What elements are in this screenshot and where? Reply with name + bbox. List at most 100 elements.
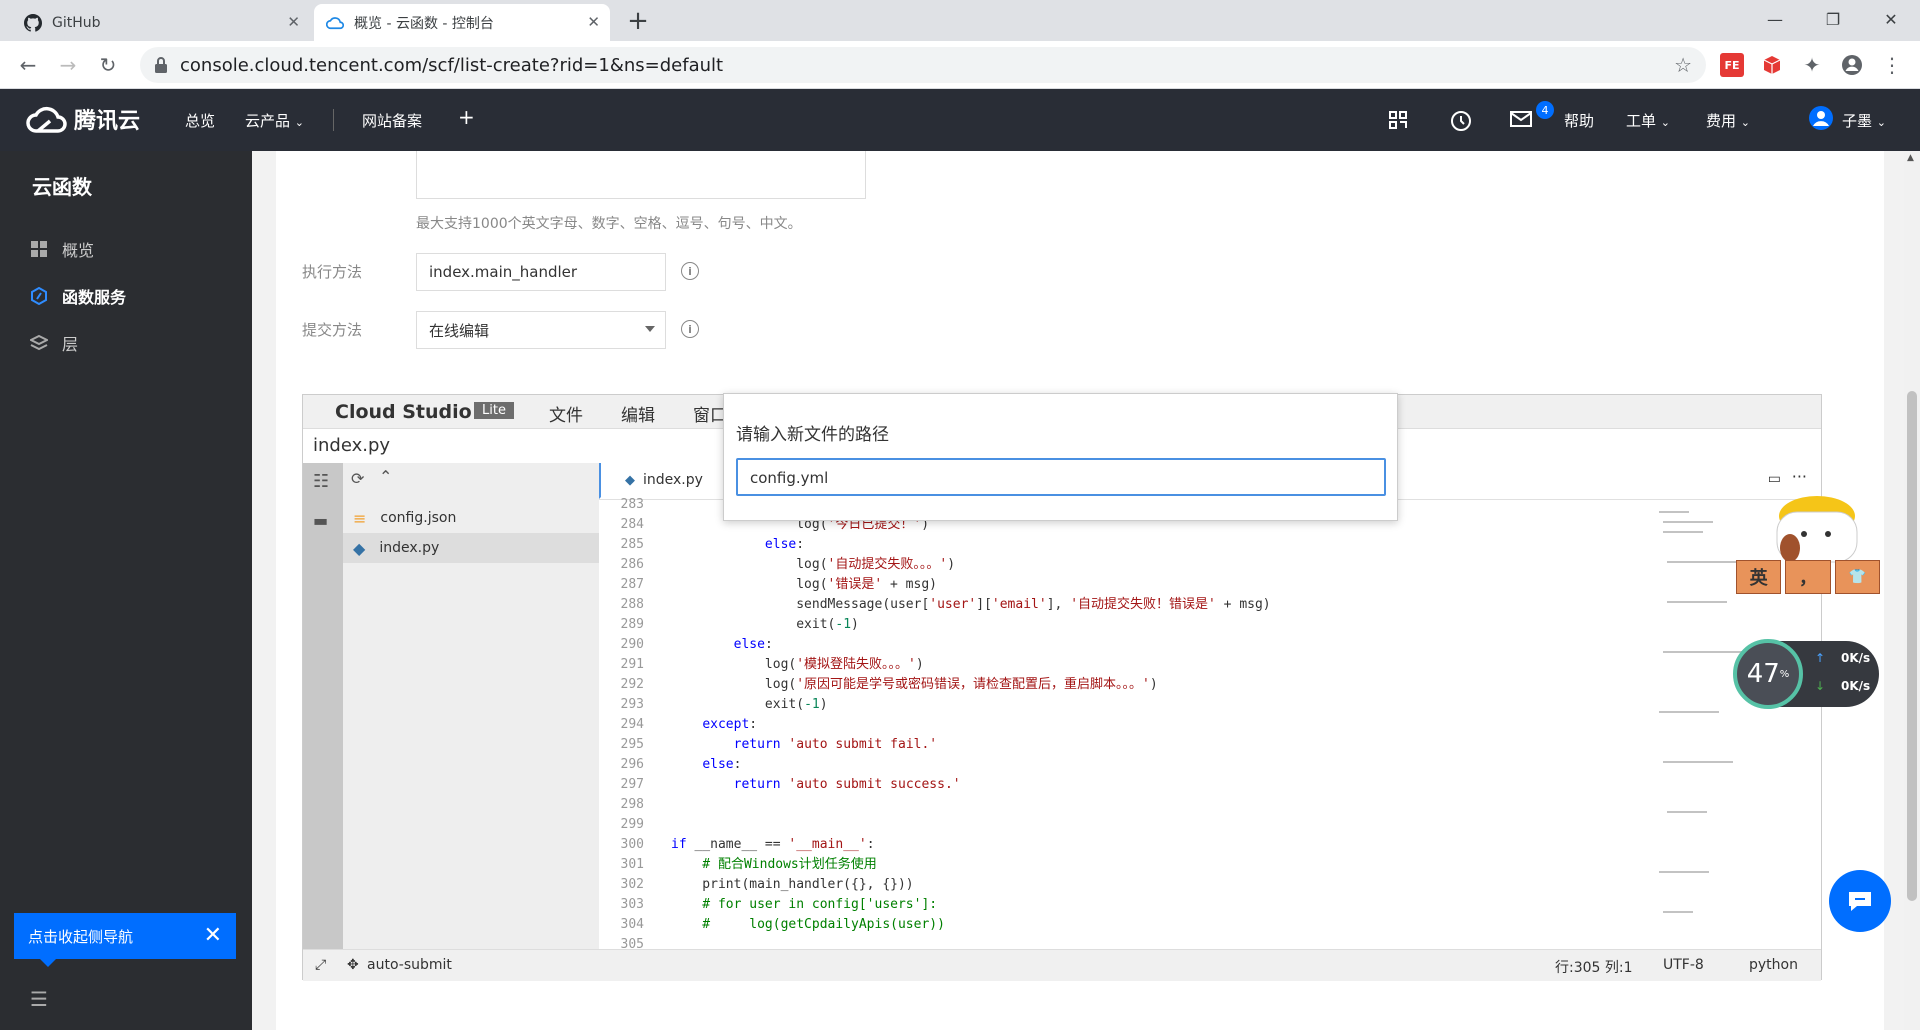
qrcode-icon[interactable] [1388, 110, 1408, 134]
url-input[interactable]: console.cloud.tencent.com/scf/list-creat… [140, 47, 1706, 83]
info-icon[interactable]: i [681, 320, 699, 338]
tree-item-index-py[interactable]: ◆ index.py [343, 533, 599, 563]
submit-method-select[interactable]: 在线编辑 [416, 311, 666, 349]
new-tab-button[interactable]: + [620, 6, 656, 36]
brand-logo[interactable]: 腾讯云 [26, 103, 140, 135]
description-hint: 最大支持1000个英文字母、数字、空格、逗号、句号、中文。 [416, 216, 802, 232]
code-editor[interactable]: ◆ index.py ▭ ··· 283 284 log('今日已提交！') 285… [599, 463, 1821, 952]
help-link[interactable]: 帮助 [1564, 110, 1594, 131]
url-text: console.cloud.tencent.com/scf/list-creat… [180, 54, 724, 76]
restore-icon[interactable]: ❐ [1804, 0, 1862, 38]
menu-file[interactable]: 文件 [549, 401, 583, 426]
scroll-thumb[interactable] [1907, 391, 1917, 901]
tree-item-config-json[interactable]: ≡ config.json [343, 503, 599, 533]
info-icon[interactable]: i [681, 262, 699, 280]
collapse-nav-tooltip[interactable]: 点击收起侧导航 ✕ [14, 913, 236, 967]
ime-punct-toggle[interactable]: ， [1785, 560, 1831, 594]
close-tab-icon[interactable]: ✕ [287, 13, 300, 31]
new-file-path-input[interactable]: config.yml [736, 458, 1386, 496]
description-textarea[interactable] [416, 151, 866, 199]
code-line: if __name__ == '__main__': [671, 837, 875, 852]
nav-products[interactable]: 云产品 ⌄ [245, 110, 304, 131]
add-shortcut-icon[interactable]: + [458, 105, 475, 129]
scroll-up-icon[interactable]: ▲ [1907, 153, 1914, 163]
chevron-down-icon: ⌄ [1740, 116, 1751, 129]
extension-cube-icon[interactable] [1760, 53, 1784, 77]
user-menu[interactable]: 子墨 ⌄ [1842, 110, 1886, 131]
ticket-menu[interactable]: 工单 ⌄ [1626, 110, 1670, 131]
profile-icon[interactable] [1840, 53, 1864, 77]
cursor-position[interactable]: 行:305 列:1 [1555, 957, 1633, 977]
page-scrollbar[interactable]: ▲ [1904, 151, 1920, 1030]
reload-icon[interactable]: ↻ [92, 49, 124, 81]
collapse-menu-icon[interactable]: ☰ [30, 987, 48, 1011]
nav-icp[interactable]: 网站备案 [362, 110, 422, 131]
line-number: 301 [620, 857, 644, 872]
line-number: 293 [620, 697, 644, 712]
chat-support-button[interactable] [1829, 870, 1891, 932]
ide-toolbar: ☷ ▬ [303, 463, 343, 981]
tab-title: 概览 - 云函数 - 控制台 [354, 15, 494, 32]
sidebar-item-functions[interactable]: 函数服务 [30, 284, 126, 308]
console-header: 腾讯云 总览 云产品 ⌄ 网站备案 + 4 帮助 工单 ⌄ 费用 ⌄ 子墨 ⌄ [0, 89, 1920, 151]
history-clock-icon[interactable] [1450, 110, 1472, 136]
extension-fe-icon[interactable]: FE [1720, 53, 1744, 77]
code-line: # for user in config['users']: [671, 897, 938, 912]
menu-edit[interactable]: 编辑 [621, 401, 655, 426]
user-avatar-icon[interactable] [1808, 105, 1834, 135]
line-number: 287 [620, 577, 644, 592]
code-line: else: [764, 537, 805, 552]
tab-github[interactable]: GitHub ✕ [12, 4, 310, 41]
extensions-puzzle-icon[interactable]: ✦ [1800, 53, 1824, 77]
sidebar-item-label: 概览 [62, 241, 95, 260]
refresh-icon[interactable]: ⟳ [351, 469, 364, 488]
cpu-unit: % [1779, 668, 1790, 680]
back-icon[interactable]: ← [12, 49, 44, 81]
ime-lang-toggle[interactable]: 英 [1736, 560, 1782, 594]
line-number: 286 [620, 557, 644, 572]
line-number: 304 [620, 917, 644, 932]
collapse-tip-text: 点击收起侧导航 [28, 927, 134, 946]
sidebar-item-overview[interactable]: 概览 [30, 237, 94, 261]
close-tab-icon[interactable]: ✕ [587, 13, 600, 31]
menu-window[interactable]: 窗口 [693, 401, 727, 426]
handler-input[interactable]: index.main_handler [416, 253, 666, 291]
project-icon: ✥ [347, 957, 359, 973]
collapse-up-icon[interactable]: ⌃ [379, 467, 392, 486]
menu-kebab-icon[interactable]: ⋮ [1880, 53, 1904, 77]
language-mode[interactable]: python [1749, 957, 1798, 973]
code-line: return 'auto submit fail.' [733, 737, 938, 752]
mail-icon[interactable] [1510, 110, 1532, 132]
minimize-icon[interactable]: — [1746, 0, 1804, 38]
code-line: log('错误是' + msg) [671, 577, 937, 592]
billing-menu[interactable]: 费用 ⌄ [1706, 110, 1750, 131]
ide-brand: Cloud Studio [335, 401, 472, 423]
code-line: log('原因可能是学号或密码错误，请检查配置后，重启脚本。。。') [671, 677, 1158, 692]
close-icon[interactable]: ✕ [204, 923, 222, 948]
code-area[interactable]: 283 284 log('今日已提交！') 285 else: 286 log('自动… [599, 497, 1649, 952]
expand-icon[interactable]: ⤢ [315, 957, 326, 973]
dropdown-arrow-icon [645, 326, 655, 332]
code-line: print(main_handler({}, {})) [671, 877, 914, 892]
folder-icon[interactable]: ▬ [313, 511, 328, 530]
sidebar-item-layers[interactable]: 层 [30, 331, 78, 355]
line-number: 292 [620, 677, 644, 692]
code-line: else: [733, 637, 773, 652]
code-line: exit(-1) [671, 697, 828, 712]
nav-overview[interactable]: 总览 [185, 110, 215, 131]
network-speed-widget[interactable]: 47% ↑ 0K/s ↓ 0K/s [1733, 639, 1879, 709]
download-speed: 0K/s [1841, 679, 1871, 693]
bookmark-star-icon[interactable]: ☆ [1674, 53, 1692, 77]
code-line: # 配合Windows计划任务使用 [671, 857, 877, 872]
code-line: else: [702, 757, 742, 772]
mail-badge: 4 [1536, 101, 1554, 119]
close-window-icon[interactable]: ✕ [1862, 0, 1920, 38]
tab-tencent-cloud[interactable]: 概览 - 云函数 - 控制台 ✕ [314, 4, 610, 41]
forward-icon[interactable]: → [52, 49, 84, 81]
file-tree-icon[interactable]: ☷ [313, 471, 329, 492]
ime-skin-icon[interactable]: 👕 [1834, 560, 1880, 594]
editor-tab-index-py[interactable]: ◆ index.py [599, 463, 711, 499]
handler-label: 执行方法 [302, 263, 363, 281]
file-encoding[interactable]: UTF-8 [1663, 957, 1704, 973]
editor-tab-label: index.py [643, 472, 703, 488]
